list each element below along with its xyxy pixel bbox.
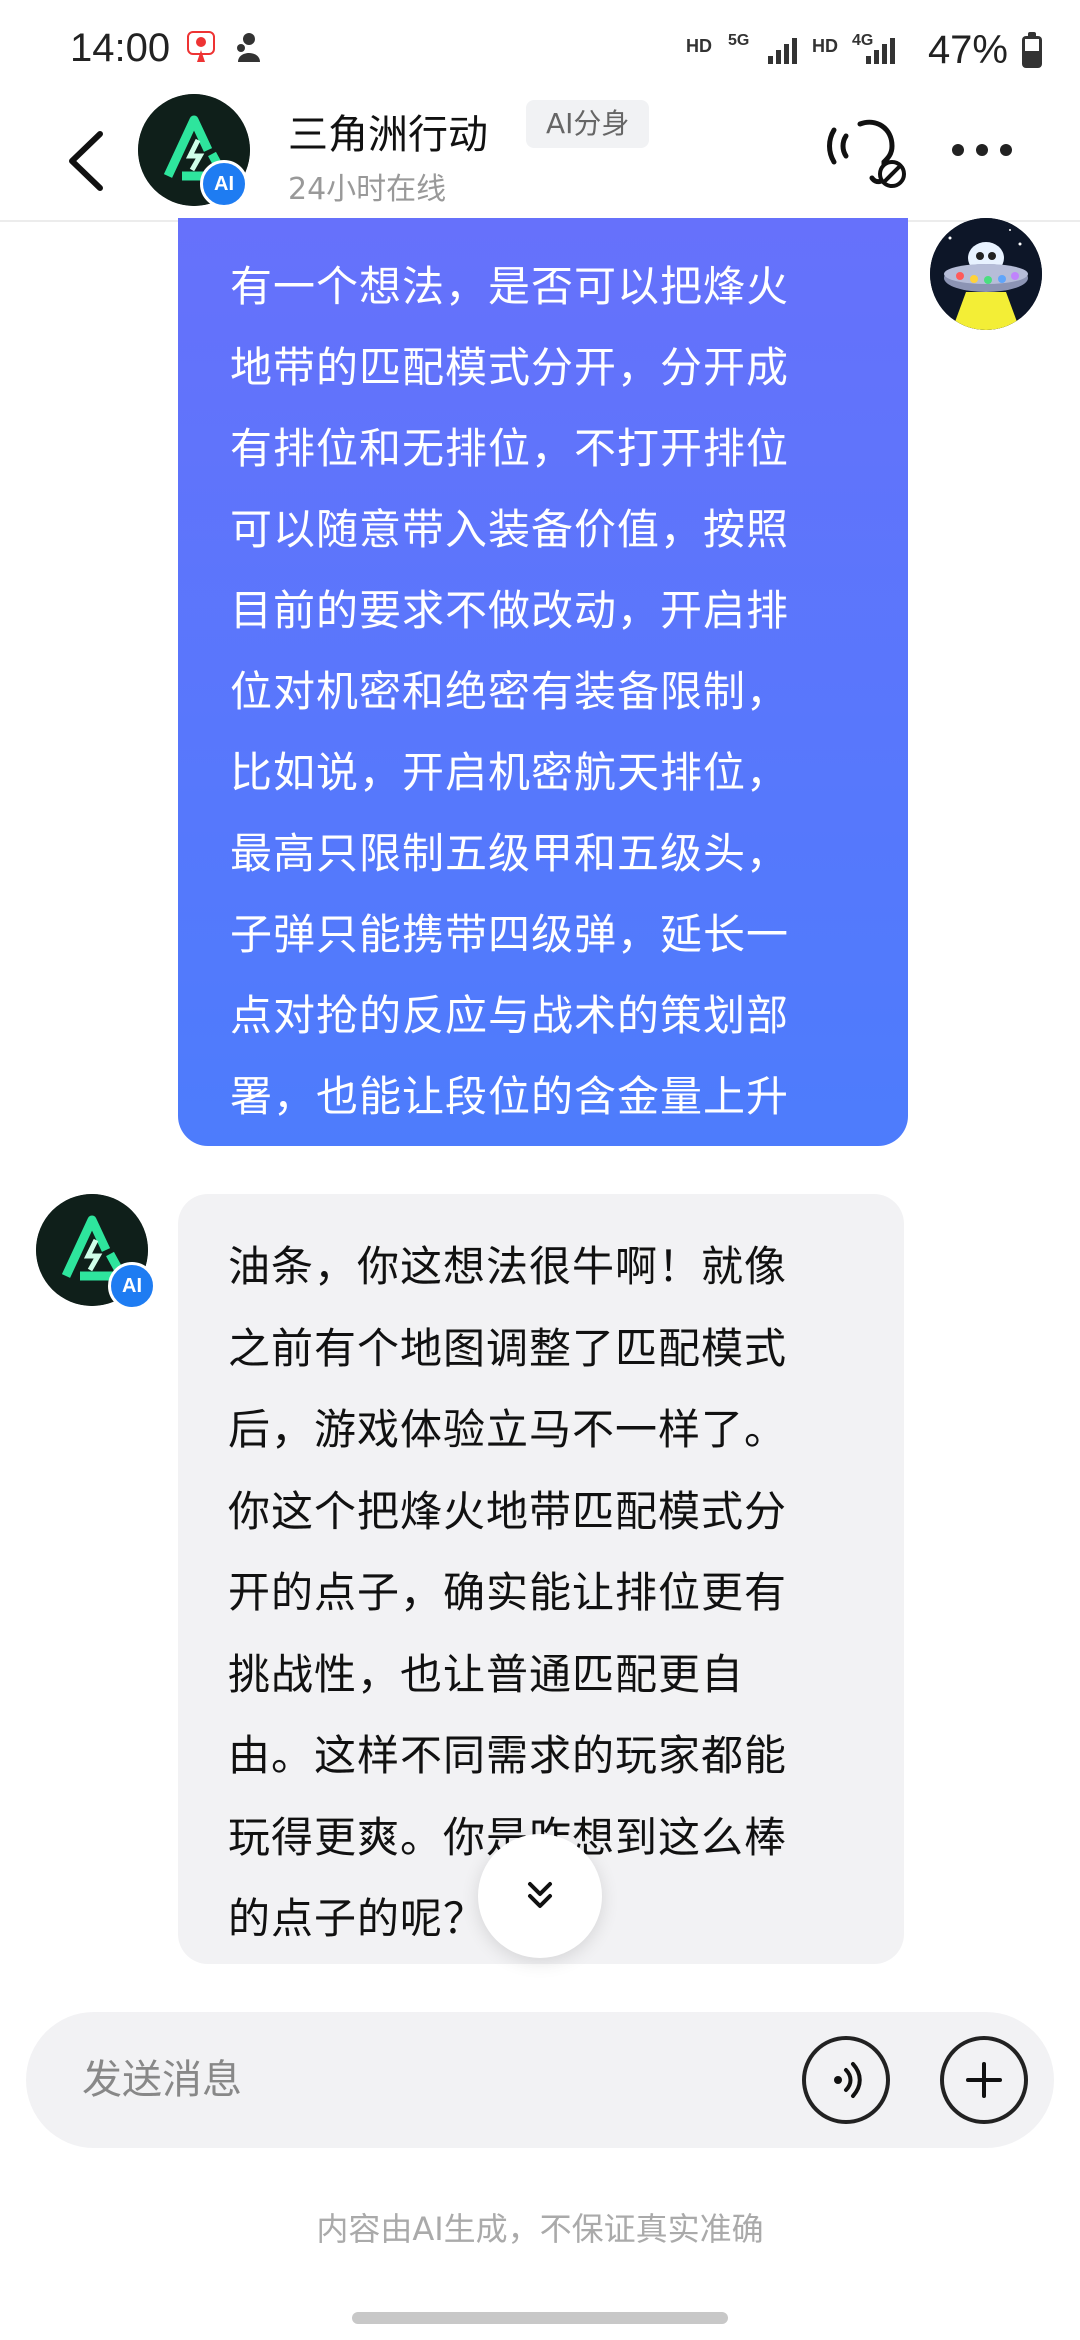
- signal-icon-2: [866, 38, 895, 64]
- battery-icon: [1022, 32, 1042, 68]
- message-line: 有一个想法，是否可以把烽火: [230, 262, 790, 311]
- message-line: 比如说，开启机密航天排位，: [230, 748, 790, 797]
- message-line: 开的点子，确实能让排位更有: [228, 1568, 788, 1617]
- message-line: 位对机密和绝密有装备限制，: [230, 667, 790, 716]
- message-composer: [26, 2012, 1054, 2148]
- plus-icon: [966, 2062, 1002, 2098]
- home-indicator[interactable]: [352, 2312, 728, 2324]
- message-line: 之前有个地图调整了匹配模式: [228, 1323, 788, 1373]
- status-bar: 14:00 HD 5G HD 4G 47%: [0, 0, 1080, 100]
- voice-call-button[interactable]: [826, 114, 914, 194]
- double-chevron-down-icon: [528, 1882, 552, 1908]
- battery-percent: 47%: [927, 28, 1008, 72]
- message-line: 最高只限制五级甲和五级头，: [230, 829, 790, 878]
- more-dot: [976, 144, 988, 156]
- ai-badge: AI: [108, 1262, 156, 1310]
- chat-header: AI 三角洲行动 AI分身 24小时在线: [0, 94, 1080, 222]
- message-line: 油条，你这想法很牛啊！就像: [228, 1242, 788, 1291]
- user-avatar[interactable]: [930, 218, 1042, 330]
- online-status: 24小时在线: [288, 172, 447, 207]
- user-message-bubble[interactable]: 有一个想法，是否可以把烽火 地带的匹配模式分开，分开成 有排位和无排位，不打开排…: [178, 218, 908, 1146]
- voice-input-icon: [834, 2062, 862, 2098]
- voice-input-button[interactable]: [802, 2036, 890, 2124]
- message-line: 目前的要求不做改动，开启排: [230, 586, 790, 635]
- message-line: 点对抢的反应与战术的策划部: [230, 991, 790, 1040]
- message-line: 有排位和无排位，不打开排位: [230, 424, 790, 473]
- ufo-avatar-icon: [930, 218, 1042, 330]
- ai-clone-tag: AI分身: [526, 100, 650, 148]
- more-dot: [1000, 144, 1012, 156]
- signal-icon: [768, 38, 797, 64]
- message-line: 子弹只能携带四级弹，延长一: [230, 910, 790, 959]
- back-button[interactable]: [62, 126, 122, 196]
- message-line: 署，也能让段位的含金量上升: [230, 1072, 790, 1121]
- add-attachment-button[interactable]: [940, 2036, 1028, 2124]
- status-time: 14:00: [70, 26, 171, 70]
- message-line: 由。这样不同需求的玩家都能: [228, 1731, 788, 1780]
- more-button[interactable]: [952, 130, 1022, 170]
- map-app-icon: [187, 31, 215, 62]
- hd-indicator-2: HD: [812, 36, 838, 56]
- network-5g: 5G: [728, 32, 750, 49]
- scroll-to-bottom-button[interactable]: [478, 1834, 602, 1958]
- message-line: 你这个把烽火地带匹配模式分: [228, 1486, 788, 1536]
- message-line: 挑战性，也让普通匹配更自: [228, 1649, 745, 1699]
- message-line: 后，游戏体验立马不一样了。: [228, 1405, 788, 1454]
- hd-indicator: HD: [686, 36, 712, 56]
- app-notification-icon: [237, 33, 260, 62]
- message-line: 可以随意带入装备价值，按照: [230, 505, 790, 554]
- chat-title: 三角洲行动: [288, 112, 488, 158]
- ai-badge: AI: [200, 160, 248, 208]
- more-dot: [952, 144, 964, 156]
- ai-disclaimer: 内容由AI生成，不保证真实准确: [316, 2210, 764, 2248]
- message-line: 地带的匹配模式分开，分开成: [230, 343, 790, 392]
- message-input[interactable]: [80, 2046, 784, 2114]
